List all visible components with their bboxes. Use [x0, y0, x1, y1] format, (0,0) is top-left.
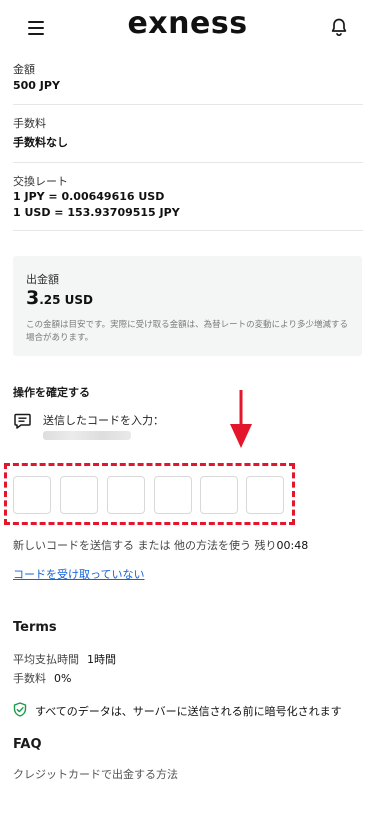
withdrawal-amount: 3.25 USD: [26, 287, 93, 309]
terms-title: Terms: [13, 620, 57, 635]
otp-digit-5[interactable]: [200, 476, 238, 514]
otp-digit-1[interactable]: [13, 476, 51, 514]
term-label: 平均支払時間: [13, 653, 79, 666]
resend-row: 新しいコードを送信する または 他の方法を使う 残り00:48: [13, 537, 308, 553]
fee-section: 手数料 手数料なし: [13, 112, 363, 163]
app-header: exness: [0, 0, 375, 54]
term-label: 手数料: [13, 672, 46, 685]
red-arrow-annotation: [230, 390, 252, 448]
faq-title: FAQ: [13, 737, 42, 752]
withdrawal-amount-rest: .25 USD: [39, 293, 94, 307]
shield-check-icon: [13, 702, 27, 717]
otp-digit-4[interactable]: [154, 476, 192, 514]
withdrawal-amount-integer: 3: [26, 287, 40, 309]
fee-value: 手数料なし: [13, 136, 68, 149]
resend-text[interactable]: 新しいコードを送信する または 他の方法を使う 残り: [13, 539, 277, 552]
code-sent-label: 送信したコードを入力：: [43, 414, 164, 427]
masked-phone-number: [43, 431, 131, 440]
term-value: 1時間: [87, 653, 116, 666]
message-icon: [14, 413, 31, 429]
exchange-rate-line-2: 1 USD = 153.93709515 JPY: [13, 206, 180, 219]
exchange-rate-section: 交換レート 1 JPY = 0.00649616 USD 1 USD = 153…: [13, 170, 363, 231]
exness-logo: exness: [127, 6, 248, 41]
amount-label: 金額: [13, 63, 35, 76]
amount-section: 金額 500 JPY: [13, 58, 363, 105]
otp-digit-2[interactable]: [60, 476, 98, 514]
bell-icon[interactable]: [329, 17, 349, 37]
withdrawal-amount-label: 出金額: [26, 273, 59, 286]
withdrawal-note: この金額は目安です。実際に受け取る金額は、為替レートの変動により多少増減する場合…: [26, 320, 348, 343]
amount-value: 500 JPY: [13, 79, 60, 92]
confirm-title: 操作を確定する: [13, 386, 90, 399]
otp-digit-6[interactable]: [246, 476, 284, 514]
code-not-received-link[interactable]: コードを受け取っていない: [13, 566, 144, 582]
term-value: 0%: [54, 672, 72, 685]
exchange-rate-label: 交換レート: [13, 175, 68, 188]
term-row-payout-time: 平均支払時間 1時間: [13, 651, 116, 667]
resend-timer: 00:48: [276, 539, 309, 552]
faq-item-credit-card[interactable]: クレジットカードで出金する方法: [13, 766, 178, 782]
encryption-notice: すべてのデータは、サーバーに送信される前に暗号化されます: [35, 705, 342, 718]
exchange-rate-line-1: 1 JPY = 0.00649616 USD: [13, 190, 165, 203]
term-row-fee: 手数料 0%: [13, 670, 71, 686]
fee-label: 手数料: [13, 117, 46, 130]
otp-digit-3[interactable]: [107, 476, 145, 514]
withdrawal-summary-box: 出金額 3.25 USD この金額は目安です。実際に受け取る金額は、為替レートの…: [13, 256, 362, 356]
